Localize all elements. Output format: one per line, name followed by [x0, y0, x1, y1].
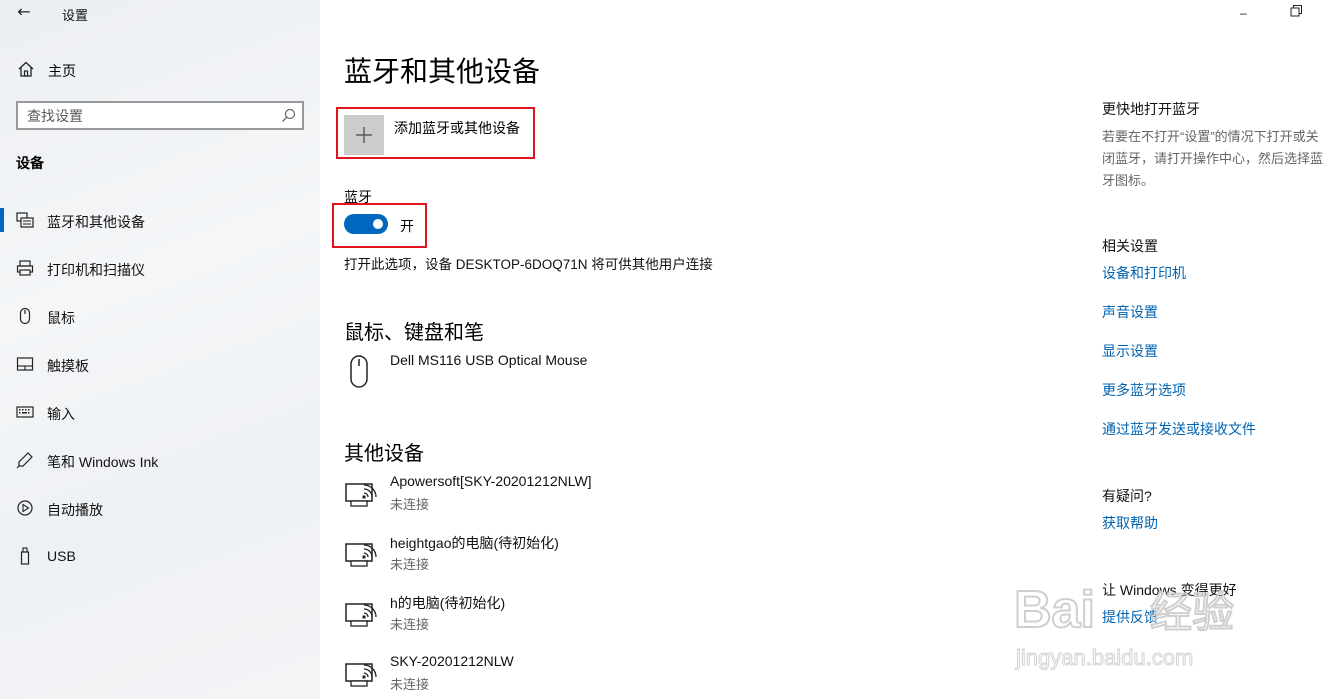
device-name: SKY-20201212NLW [390, 653, 514, 669]
mouse-icon [19, 307, 31, 325]
sidebar: ← 设置 主页 设备 蓝牙和其他设备 打印机和扫描仪 [0, 0, 320, 699]
back-arrow-icon: ← [17, 2, 31, 21]
device-item[interactable]: Apowersoft[SKY-20201212NLW] 未连接 [344, 473, 944, 521]
help-heading: 有疑问? [1102, 488, 1152, 504]
title-bar: ← 设置 [0, 0, 320, 26]
add-device-label: 添加蓝牙或其他设备 [394, 120, 520, 136]
sidebar-item-typing[interactable]: 输入 [0, 396, 320, 428]
sidebar-item-label: 打印机和扫描仪 [47, 262, 145, 278]
quick-bluetooth-text: 若要在不打开“设置”的情况下打开或关闭蓝牙，请打开操作中心，然后选择蓝牙图标。 [1102, 129, 1323, 188]
mouse-icon [350, 355, 368, 388]
link-more-bluetooth-options[interactable]: 更多蓝牙选项 [1102, 380, 1186, 400]
back-button[interactable]: ← [12, 2, 36, 22]
related-settings-heading: 相关设置 [1102, 238, 1158, 254]
sidebar-item-label: 触摸板 [47, 358, 89, 374]
sidebar-item-bluetooth[interactable]: 蓝牙和其他设备 [0, 204, 320, 236]
sidebar-item-touchpad[interactable]: 触摸板 [0, 348, 320, 380]
device-status: 未连接 [390, 497, 430, 512]
autoplay-icon [17, 500, 33, 516]
search-input[interactable] [18, 103, 268, 128]
device-name: Apowersoft[SKY-20201212NLW] [390, 473, 592, 489]
bluetooth-devices-icon [16, 212, 34, 228]
sidebar-item-usb[interactable]: USB [0, 540, 320, 572]
wireless-display-icon [345, 483, 377, 507]
touchpad-icon [16, 357, 34, 371]
feedback-heading: 让 Windows 变得更好 [1102, 582, 1237, 598]
bluetooth-state: 开 [400, 218, 414, 234]
printer-icon [16, 260, 34, 276]
device-name: Dell MS116 USB Optical Mouse [390, 352, 588, 368]
quick-bluetooth-heading: 更快地打开蓝牙 [1102, 101, 1200, 117]
other-devices-section-title: 其他设备 [344, 443, 424, 465]
toggle-knob [373, 219, 383, 229]
device-status: 未连接 [390, 677, 430, 692]
sidebar-item-mouse[interactable]: 鼠标 [0, 300, 320, 332]
sidebar-item-label: 蓝牙和其他设备 [47, 214, 145, 230]
sidebar-item-label: 自动播放 [47, 502, 103, 518]
sidebar-item-label: USB [47, 548, 76, 564]
link-sound-settings[interactable]: 声音设置 [1102, 302, 1158, 322]
add-device-button[interactable]: 添加蓝牙或其他设备 [342, 113, 742, 157]
device-status: 未连接 [390, 557, 430, 572]
device-item[interactable]: SKY-20201212NLW 未连接 [344, 653, 944, 699]
device-item[interactable]: h的电脑(待初始化) 未连接 [344, 593, 944, 641]
device-status: 未连接 [390, 617, 430, 632]
wireless-display-icon [345, 603, 377, 627]
sidebar-item-label: 输入 [47, 406, 75, 422]
device-item[interactable]: heightgao的电脑(待初始化) 未连接 [344, 533, 944, 581]
sidebar-item-printers[interactable]: 打印机和扫描仪 [0, 252, 320, 284]
link-give-feedback[interactable]: 提供反馈 [1102, 607, 1158, 627]
bluetooth-label: 蓝牙 [344, 189, 372, 205]
device-mouse[interactable]: Dell MS116 USB Optical Mouse [344, 352, 944, 400]
related-panel: 更快地打开蓝牙 若要在不打开“设置”的情况下打开或关闭蓝牙，请打开操作中心，然后… [1102, 0, 1323, 699]
plus-icon [356, 127, 372, 143]
home-icon [18, 61, 34, 77]
add-tile [344, 115, 384, 155]
device-name: heightgao的电脑(待初始化) [390, 535, 559, 551]
sidebar-item-autoplay[interactable]: 自动播放 [0, 492, 320, 524]
sidebar-item-label: 鼠标 [47, 310, 75, 326]
link-get-help[interactable]: 获取帮助 [1102, 513, 1158, 533]
bluetooth-description: 打开此选项，设备 DESKTOP-6DOQ71N 将可供其他用户连接 [344, 257, 713, 272]
usb-icon [20, 547, 30, 565]
search-settings-box[interactable] [16, 101, 304, 130]
link-devices-printers[interactable]: 设备和打印机 [1102, 263, 1186, 283]
home-label: 主页 [48, 63, 76, 79]
page-title: 蓝牙和其他设备 [344, 56, 541, 87]
pen-icon [16, 452, 33, 469]
device-name: h的电脑(待初始化) [390, 595, 506, 611]
sidebar-home[interactable]: 主页 [0, 56, 320, 82]
link-send-receive-files[interactable]: 通过蓝牙发送或接收文件 [1102, 419, 1256, 439]
mouse-keyboard-section-title: 鼠标、键盘和笔 [344, 322, 484, 344]
search-icon[interactable] [281, 108, 296, 123]
sidebar-item-pen[interactable]: 笔和 Windows Ink [0, 444, 320, 476]
bluetooth-toggle[interactable] [344, 214, 388, 234]
wireless-display-icon [345, 543, 377, 567]
link-display-settings[interactable]: 显示设置 [1102, 341, 1158, 361]
keyboard-icon [16, 406, 34, 418]
wireless-display-icon [345, 663, 377, 687]
sidebar-item-label: 笔和 Windows Ink [47, 454, 159, 470]
window-title: 设置 [62, 8, 89, 23]
sidebar-section-label: 设备 [16, 155, 44, 171]
